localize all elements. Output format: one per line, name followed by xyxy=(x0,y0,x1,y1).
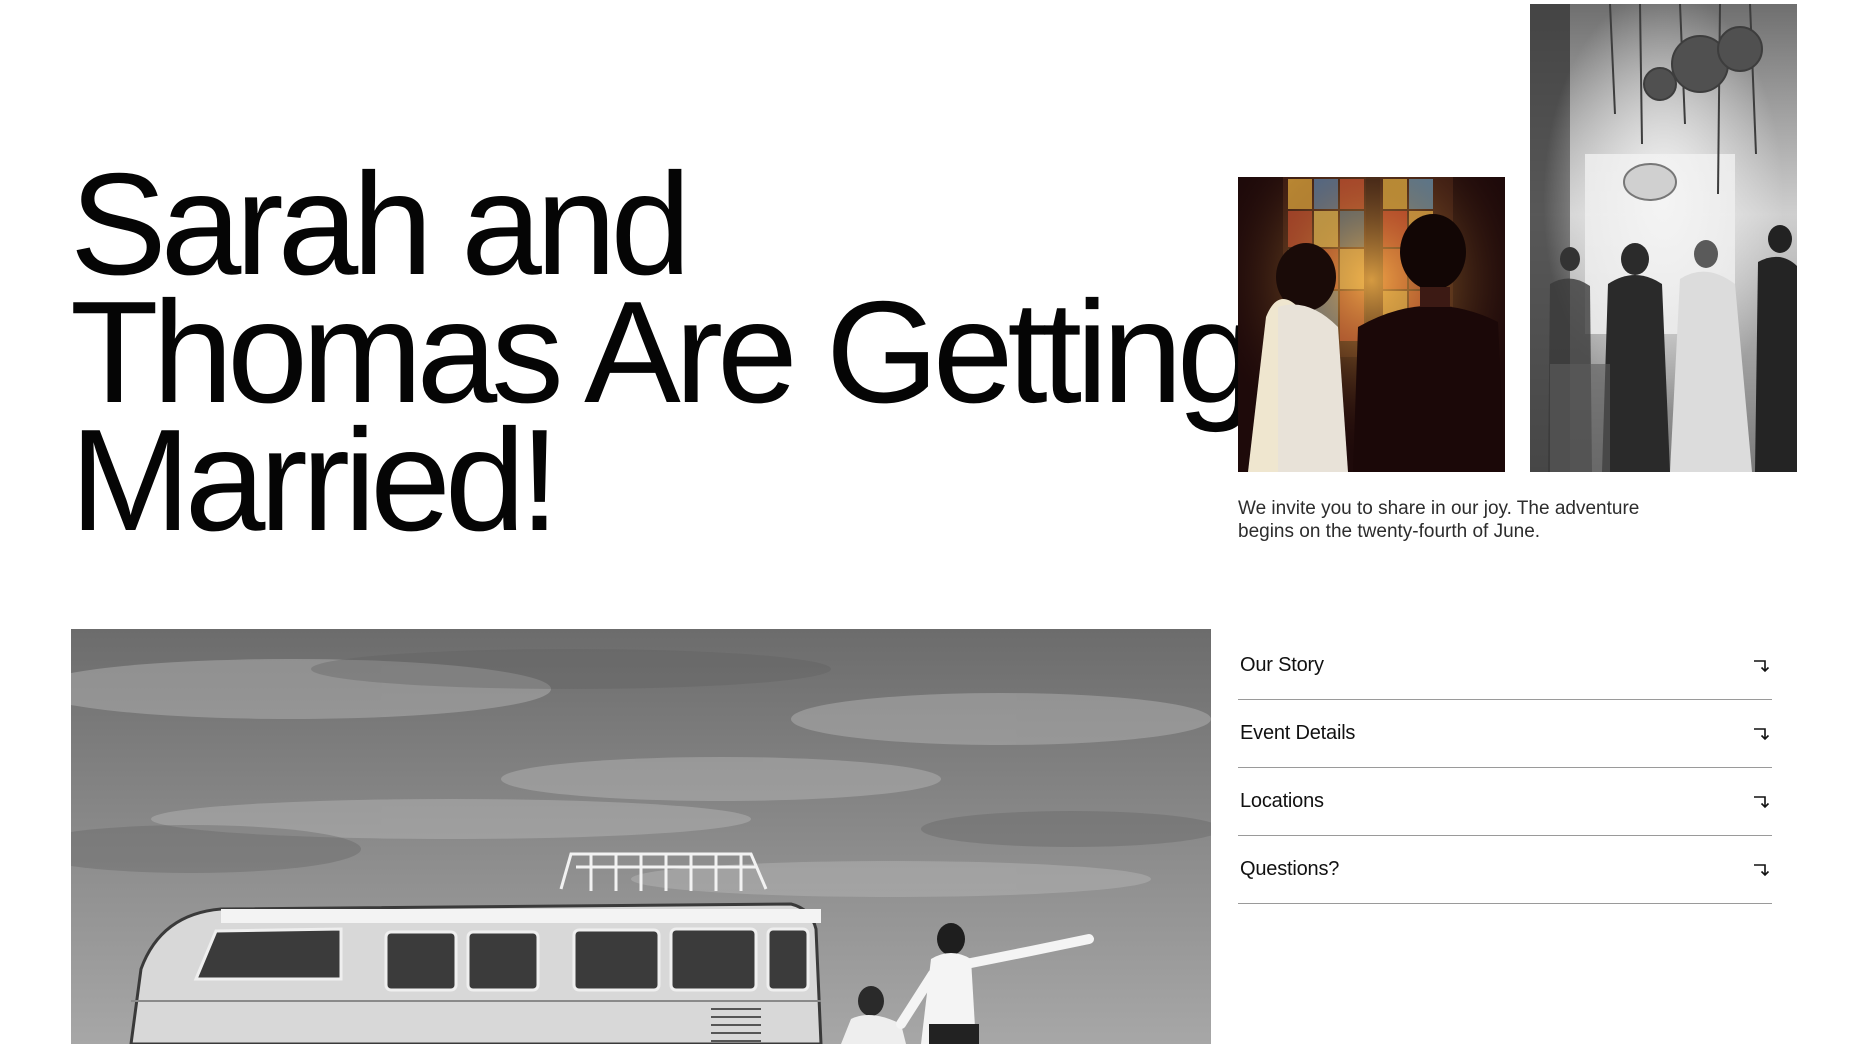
nav-item-label: Locations xyxy=(1240,790,1324,812)
hero-title-line-2: Thomas Are Getting xyxy=(70,271,1258,433)
nav-item-questions[interactable]: Questions? xyxy=(1238,836,1772,904)
couple-stained-glass-photo xyxy=(1238,177,1505,472)
couple-van-photo xyxy=(71,629,1211,1044)
ceremony-aisle-photo xyxy=(1530,4,1797,472)
section-nav: Our Story Event Details Locations Questi… xyxy=(1238,632,1772,904)
nav-item-label: Questions? xyxy=(1240,858,1340,880)
arrow-down-right-icon xyxy=(1754,727,1770,740)
nav-item-locations[interactable]: Locations xyxy=(1238,768,1772,836)
nav-item-label: Our Story xyxy=(1240,654,1324,676)
arrow-down-right-icon xyxy=(1754,659,1770,672)
invite-text: We invite you to share in our joy. The a… xyxy=(1238,498,1640,542)
nav-item-event-details[interactable]: Event Details xyxy=(1238,700,1772,768)
arrow-down-right-icon xyxy=(1754,863,1770,876)
nav-item-our-story[interactable]: Our Story xyxy=(1238,632,1772,700)
nav-item-label: Event Details xyxy=(1240,722,1356,744)
hero-title-line-1: Sarah and xyxy=(70,143,691,305)
hero-title: Sarah and Thomas Are Getting Married! xyxy=(70,143,1258,561)
arrow-down-right-icon xyxy=(1754,795,1770,808)
hero-title-line-3: Married! xyxy=(70,399,560,561)
